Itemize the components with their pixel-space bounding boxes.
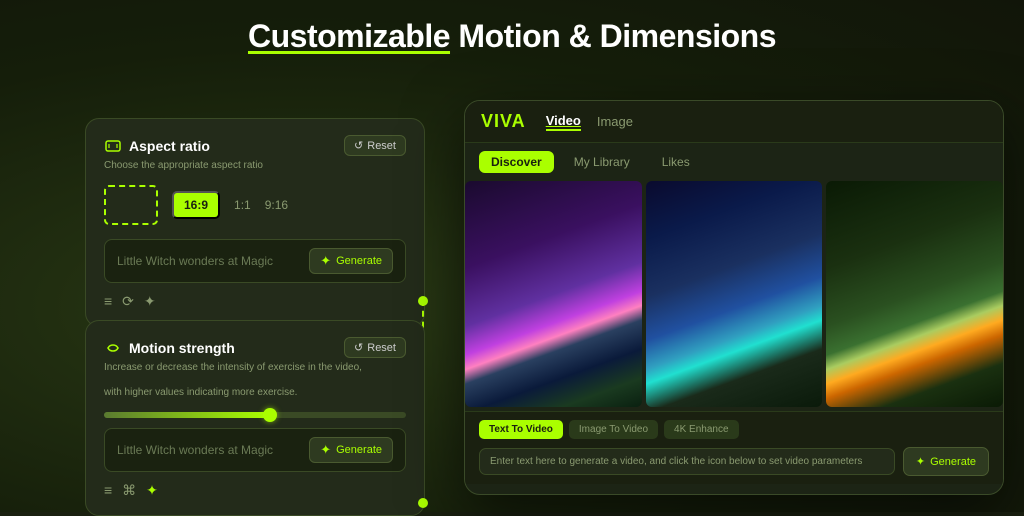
viva-tab-discover[interactable]: Discover xyxy=(479,151,554,173)
action-tab-text-to-video[interactable]: Text To Video xyxy=(479,420,563,439)
aspect-generate-button[interactable]: ✦ Generate xyxy=(309,248,393,274)
motion-icon xyxy=(104,339,122,357)
motion-spark-icon: ✦ xyxy=(320,442,331,458)
title-highlight: Customizable xyxy=(248,18,450,54)
motion-toolbar-link-icon[interactable]: ⌘ xyxy=(122,482,136,499)
motion-toolbar: ≡ ⌘ ✦ xyxy=(104,480,406,501)
viva-nav-video[interactable]: Video xyxy=(546,113,581,131)
viva-text-input[interactable]: Enter text here to generate a video, and… xyxy=(479,448,895,475)
motion-title-row: Motion strength xyxy=(104,339,235,357)
aspect-input-placeholder: Little Witch wonders at Magic xyxy=(117,254,309,268)
gallery-image-mushroom[interactable] xyxy=(826,181,1003,407)
motion-card-header: Motion strength ↺ Reset xyxy=(104,337,406,358)
connector-dot-bottom2 xyxy=(418,498,428,508)
toolbar-settings-icon[interactable]: ≡ xyxy=(104,293,112,310)
aspect-ratio-icon xyxy=(104,137,122,155)
motion-toolbar-magic-icon[interactable]: ✦ xyxy=(146,482,158,499)
motion-toolbar-settings-icon[interactable]: ≡ xyxy=(104,482,112,499)
aspect-toolbar: ≡ ⟳ ✦ xyxy=(104,291,406,312)
viva-topbar: VIVA Video Image xyxy=(465,101,1003,143)
viva-action-tabs: Text To Video Image To Video 4K Enhance xyxy=(479,420,989,439)
toolbar-sync-icon[interactable]: ⟳ xyxy=(122,293,134,310)
motion-subtitle: Increase or decrease the intensity of ex… xyxy=(104,362,406,373)
aspect-options: 16:9 1:1 9:16 xyxy=(104,185,406,225)
motion-slider-track[interactable] xyxy=(104,412,406,418)
gallery-image-jellyfish[interactable] xyxy=(646,181,823,407)
viva-gallery xyxy=(465,181,1003,411)
motion-generate-button[interactable]: ✦ Generate xyxy=(309,437,393,463)
viva-tab-likes[interactable]: Likes xyxy=(650,151,702,173)
aspect-subtitle: Choose the appropriate aspect ratio xyxy=(104,160,406,171)
page-title: Customizable Motion & Dimensions xyxy=(0,18,1024,55)
viva-generate-button[interactable]: ✦ Generate xyxy=(903,447,989,476)
aspect-916-button[interactable]: 9:16 xyxy=(265,198,288,212)
motion-reset-button[interactable]: ↺ Reset xyxy=(344,337,406,358)
aspect-ratio-title: Aspect ratio xyxy=(129,138,210,154)
motion-slider-thumb[interactable] xyxy=(263,408,277,422)
motion-reset-icon: ↺ xyxy=(354,341,363,354)
viva-spark-icon: ✦ xyxy=(916,455,925,468)
viva-tab-library[interactable]: My Library xyxy=(562,151,642,173)
viva-input-row: Enter text here to generate a video, and… xyxy=(479,447,989,476)
action-tab-image-to-video[interactable]: Image To Video xyxy=(569,420,658,439)
motion-subtitle2: with higher values indicating more exerc… xyxy=(104,387,406,398)
reset-icon: ↺ xyxy=(354,139,363,152)
aspect-wide-box xyxy=(104,185,158,225)
motion-strength-card: Motion strength ↺ Reset Increase or decr… xyxy=(85,320,425,516)
aspect-input-row: Little Witch wonders at Magic ✦ Generate xyxy=(104,239,406,283)
aspect-ratio-card: Aspect ratio ↺ Reset Choose the appropri… xyxy=(85,118,425,327)
motion-input-row: Little Witch wonders at Magic ✦ Generate xyxy=(104,428,406,472)
viva-nav: Video Image xyxy=(546,113,633,131)
motion-input-placeholder: Little Witch wonders at Magic xyxy=(117,443,309,457)
action-tab-4k-enhance[interactable]: 4K Enhance xyxy=(664,420,739,439)
aspect-169-button[interactable]: 16:9 xyxy=(172,191,220,219)
viva-logo: VIVA xyxy=(481,111,526,132)
viva-bottom-bar: Text To Video Image To Video 4K Enhance … xyxy=(465,411,1003,484)
aspect-11-button[interactable]: 1:1 xyxy=(234,198,251,212)
aspect-reset-button[interactable]: ↺ Reset xyxy=(344,135,406,156)
card-title-row: Aspect ratio xyxy=(104,137,210,155)
aspect-wide-frame xyxy=(104,185,158,225)
motion-slider-fill xyxy=(104,412,270,418)
motion-strength-title: Motion strength xyxy=(129,340,235,356)
viva-panel: VIVA Video Image Discover My Library Lik… xyxy=(464,100,1004,495)
gallery-image-purple-lake[interactable] xyxy=(465,181,642,407)
spark-icon: ✦ xyxy=(320,253,331,269)
toolbar-magic-icon[interactable]: ✦ xyxy=(144,293,156,310)
card-header: Aspect ratio ↺ Reset xyxy=(104,135,406,156)
viva-nav-image[interactable]: Image xyxy=(597,114,633,129)
viva-tabs: Discover My Library Likes xyxy=(465,143,1003,181)
